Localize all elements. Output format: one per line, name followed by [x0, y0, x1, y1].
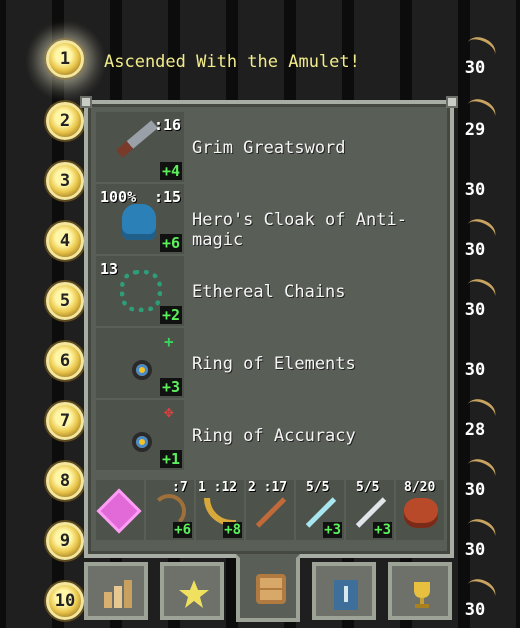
- crosshair-icon: ✥: [164, 402, 174, 421]
- tab-rankings[interactable]: [388, 562, 452, 620]
- rank-medal-icon: 8: [46, 462, 84, 500]
- score-badge: 30: [452, 214, 500, 260]
- item-name: Ring of Accuracy: [192, 426, 356, 446]
- item-enchant: +6: [159, 234, 182, 252]
- item-row[interactable]: :16 +4 Grim Greatsword: [96, 112, 442, 184]
- item-enchant: +3: [159, 378, 182, 396]
- rank-medal-icon: 4: [46, 222, 84, 260]
- rank-medal-icon: 6: [46, 342, 84, 380]
- quickslot-row: :7 +6 1 :12 +8 2 :17 5/5 +3 5/5 +3 8/20: [96, 480, 444, 542]
- quickslot-enchant: +6: [173, 522, 192, 538]
- ring-icon: [132, 360, 152, 380]
- item-slot[interactable]: :16 +4: [96, 112, 184, 182]
- item-row[interactable]: + +3 Ring of Elements: [96, 328, 442, 400]
- quickslot-quantity: 5/5: [306, 480, 330, 495]
- panel-corner: [446, 96, 458, 108]
- quickslot-enchant: +8: [223, 522, 242, 538]
- item-durability: 100%: [100, 188, 137, 206]
- quickslot[interactable]: [96, 480, 144, 540]
- score-badge: 30: [452, 454, 500, 500]
- trophy-icon: [414, 582, 430, 608]
- element-icon: +: [164, 332, 174, 351]
- item-enchant: +4: [159, 162, 182, 180]
- item-row[interactable]: 100% :15 +6 Hero's Cloak of Anti-magic: [96, 184, 442, 256]
- backpack-icon: [256, 574, 286, 604]
- score-badge: 30: [464, 360, 486, 380]
- quickslot[interactable]: 1 :12 +8: [196, 480, 244, 540]
- quickslot-quantity: :7: [172, 480, 188, 495]
- item-slot[interactable]: 13 +2: [96, 256, 184, 326]
- chains-icon: [120, 270, 162, 312]
- satchel-icon: [404, 498, 438, 528]
- item-name: Grim Greatsword: [192, 138, 346, 158]
- item-slot[interactable]: 100% :15 +6: [96, 184, 184, 254]
- quickslot-quantity: 8/20: [404, 480, 436, 495]
- item-name: Hero's Cloak of Anti-magic: [192, 210, 407, 250]
- rank-medal-icon: 7: [46, 402, 84, 440]
- quickslot[interactable]: 8/20: [396, 480, 444, 540]
- score-badge: 30: [452, 32, 500, 78]
- ranking-1-description: Ascended With the Amulet!: [104, 52, 360, 72]
- panel-corner: [80, 96, 92, 108]
- quickslot-quantity: 5/5: [356, 480, 380, 495]
- quickslot-quantity: 2 :17: [248, 480, 288, 495]
- quickslot[interactable]: :7 +6: [146, 480, 194, 540]
- item-enchant: +1: [159, 450, 182, 468]
- gem-icon: [100, 492, 138, 530]
- tab-stats[interactable]: [84, 562, 148, 620]
- cloak-icon: [122, 204, 156, 240]
- score-badge: 29: [452, 94, 500, 140]
- tab-journal[interactable]: [312, 562, 376, 620]
- rank-medal-icon: 2: [46, 102, 84, 140]
- quickslot-enchant: +3: [373, 522, 392, 538]
- score-badge: 30: [464, 180, 486, 200]
- item-name: Ring of Elements: [192, 354, 356, 374]
- wand-icon: [255, 497, 287, 528]
- item-slot[interactable]: ✥ +1: [96, 400, 184, 470]
- quickslot-enchant: +3: [323, 522, 342, 538]
- tab-inventory[interactable]: [236, 554, 300, 622]
- score-badge: 28: [452, 394, 500, 440]
- quickslot[interactable]: 2 :17: [246, 480, 294, 540]
- rank-medal-icon: 1: [46, 40, 84, 78]
- item-row[interactable]: 13 +2 Ethereal Chains: [96, 256, 442, 328]
- rank-medal-icon: 10: [46, 582, 84, 620]
- item-name: Ethereal Chains: [192, 282, 346, 302]
- ring-icon: [132, 432, 152, 452]
- item-enchant: +2: [159, 306, 182, 324]
- quickslot[interactable]: 5/5 +3: [346, 480, 394, 540]
- star-icon: [179, 580, 209, 608]
- tab-badges[interactable]: [160, 562, 224, 620]
- item-quantity: :16: [154, 116, 182, 134]
- quickslot-quantity: 1 :12: [198, 480, 238, 495]
- rank-medal-icon: 9: [46, 522, 84, 560]
- item-row[interactable]: ✥ +1 Ring of Accuracy: [96, 400, 442, 472]
- rank-medal-icon: 3: [46, 162, 84, 200]
- stats-icon: [104, 580, 132, 608]
- rank-medal-icon: 5: [46, 282, 84, 320]
- sword-icon: [116, 120, 158, 158]
- item-quantity: :15: [154, 188, 182, 206]
- item-charges: 13: [100, 260, 119, 278]
- score-badge: 30: [452, 274, 500, 320]
- hero-inventory-panel: :16 +4 Grim Greatsword 100% :15 +6 Hero'…: [80, 96, 458, 558]
- quickslot[interactable]: 5/5 +3: [296, 480, 344, 540]
- item-slot[interactable]: + +3: [96, 328, 184, 398]
- panel-tabs: [84, 554, 464, 628]
- journal-icon: [334, 580, 358, 610]
